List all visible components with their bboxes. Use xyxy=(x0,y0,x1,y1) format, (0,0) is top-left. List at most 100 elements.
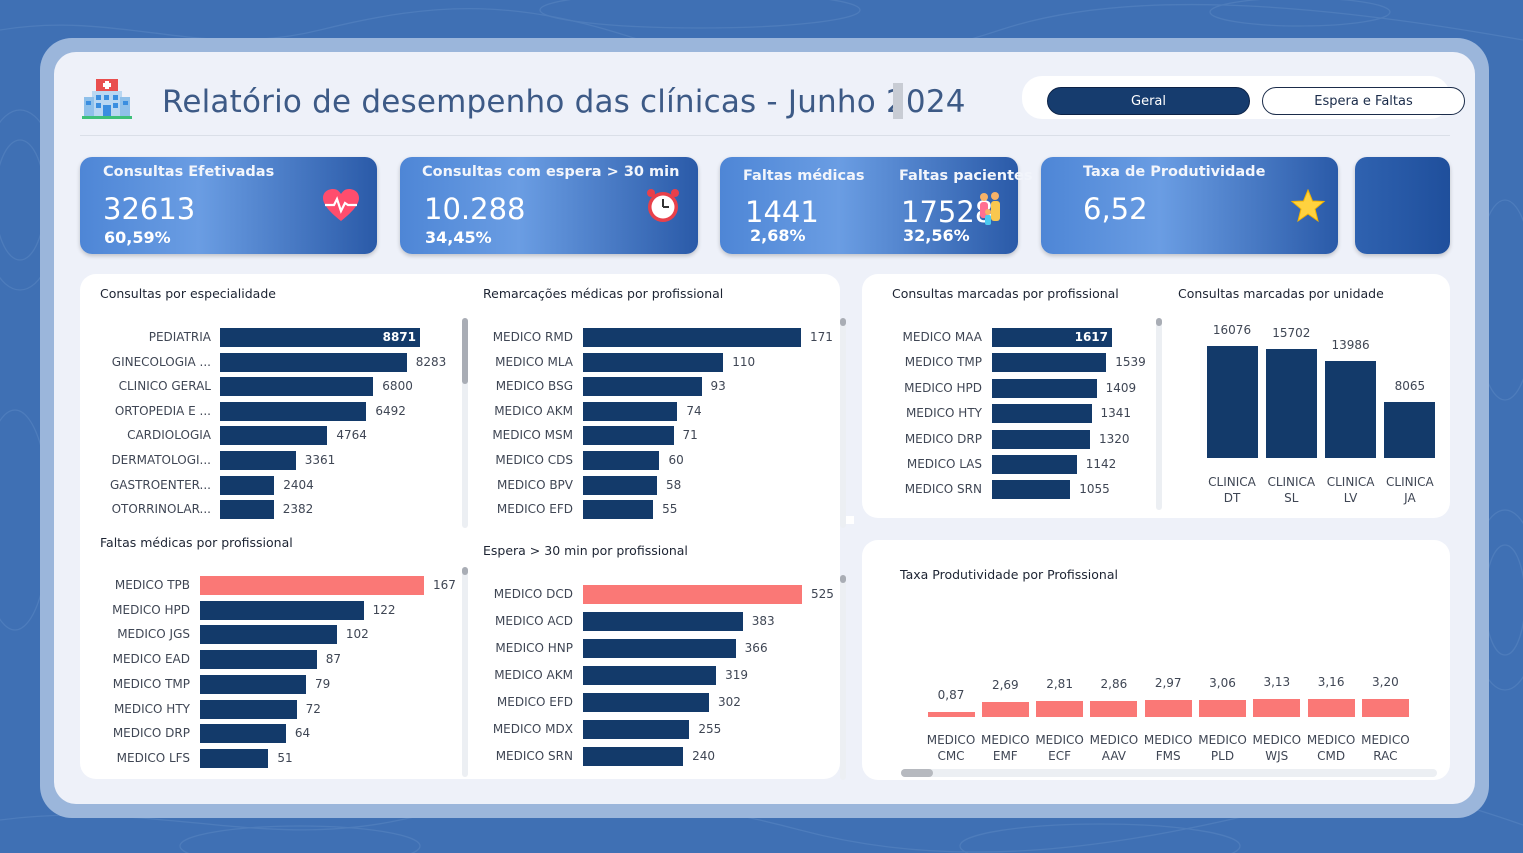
bar[interactable] xyxy=(220,352,407,372)
bar[interactable] xyxy=(200,650,317,670)
bar[interactable] xyxy=(583,328,801,347)
bar[interactable] xyxy=(220,451,296,470)
chart-title-remarcacoes: Remarcações médicas por profissional xyxy=(483,286,724,301)
bar-value: 102 xyxy=(345,627,369,642)
bar[interactable] xyxy=(583,401,678,421)
bar[interactable] xyxy=(992,480,1071,500)
bar[interactable] xyxy=(583,426,674,446)
bar-value: 13986 xyxy=(1331,337,1370,352)
category-label: MEDICO RAC xyxy=(1361,733,1410,763)
bar[interactable] xyxy=(200,625,337,645)
bar-label: MEDICO TMP xyxy=(112,676,190,691)
bar[interactable] xyxy=(583,377,702,397)
bar-label: MEDICO BPV xyxy=(496,477,573,492)
bar[interactable] xyxy=(992,353,1107,373)
bar[interactable] xyxy=(200,674,306,694)
bar[interactable] xyxy=(981,701,1029,717)
bar-value: 171 xyxy=(810,330,833,344)
hscrollbar-produtividade[interactable] xyxy=(901,769,1437,777)
bar-value: 383 xyxy=(751,614,775,628)
hospital-icon xyxy=(82,79,132,119)
bar[interactable] xyxy=(583,352,724,372)
scrollbar-thumb[interactable] xyxy=(462,567,468,575)
bar[interactable] xyxy=(1199,699,1246,717)
bar-label: MEDICO HPD xyxy=(904,380,982,395)
bar-label: MEDICO MDX xyxy=(492,722,573,736)
alarm-clock-icon xyxy=(647,189,679,222)
bar[interactable] xyxy=(583,720,690,739)
bar[interactable] xyxy=(220,500,274,520)
bar[interactable] xyxy=(1325,360,1377,458)
scrollbar-marcadas-profissional[interactable] xyxy=(1156,318,1162,510)
nav-geral-button[interactable]: Geral xyxy=(1047,87,1250,115)
bar-value: 4764 xyxy=(336,428,367,443)
bar[interactable] xyxy=(583,612,743,631)
bar[interactable] xyxy=(1036,701,1084,717)
bar[interactable] xyxy=(992,455,1077,474)
bar[interactable] xyxy=(583,666,717,685)
bar[interactable] xyxy=(200,699,297,719)
kpi-value-faltas-medicas: 1441 xyxy=(745,195,819,229)
scrollbar-thumb[interactable] xyxy=(840,575,846,583)
bar[interactable] xyxy=(1144,700,1192,717)
bar[interactable] xyxy=(200,600,364,620)
bar[interactable] xyxy=(992,429,1090,449)
scrollbar-espera[interactable] xyxy=(840,575,846,780)
bar-label: MEDICO HPD xyxy=(112,602,190,617)
bar-label: MEDICO LFS xyxy=(116,750,190,765)
kpi-card-efetivadas: Consultas Efetivadas 32613 60,59% xyxy=(80,157,377,254)
bar[interactable] xyxy=(1253,699,1301,717)
title-cursor xyxy=(893,83,903,119)
nav-espera-faltas-button[interactable]: Espera e Faltas xyxy=(1262,87,1465,115)
bar[interactable] xyxy=(220,377,374,397)
hscrollbar-thumb[interactable] xyxy=(901,769,933,777)
scrollbar-thumb[interactable] xyxy=(840,318,846,326)
bar-value: 3361 xyxy=(304,453,336,467)
bar[interactable] xyxy=(583,639,736,658)
scrollbar-faltas-medicas[interactable] xyxy=(462,567,468,777)
bar-value: 240 xyxy=(692,749,716,763)
bar[interactable] xyxy=(583,747,684,766)
bar[interactable] xyxy=(927,712,975,717)
bar[interactable] xyxy=(200,724,286,744)
bar[interactable] xyxy=(1206,346,1258,458)
scrollbar-especialidade[interactable] xyxy=(462,318,468,528)
bar-value: 55 xyxy=(662,502,678,517)
chart-title-especialidade: Consultas por especialidade xyxy=(100,286,276,301)
scrollbar-remarcacoes[interactable] xyxy=(840,318,846,528)
bar-label: MEDICO SRN xyxy=(495,749,573,763)
bar[interactable] xyxy=(1090,700,1138,717)
bar-value: 58 xyxy=(665,477,682,492)
bar[interactable] xyxy=(220,401,367,421)
bar-value: 8871 xyxy=(382,330,416,344)
bar[interactable] xyxy=(200,748,269,768)
bar[interactable] xyxy=(992,378,1097,398)
bar[interactable] xyxy=(583,451,660,470)
bar[interactable] xyxy=(200,576,424,595)
bar-value: 71 xyxy=(682,428,698,443)
bar-value: 2,69 xyxy=(991,677,1019,692)
bar-value: 6800 xyxy=(382,379,413,394)
bar[interactable] xyxy=(583,693,709,712)
bar-label: MEDICO EFD xyxy=(496,502,573,517)
bar[interactable] xyxy=(583,500,654,520)
bar[interactable] xyxy=(220,426,328,446)
scrollbar-thumb[interactable] xyxy=(462,318,468,384)
bar-value: 1539 xyxy=(1115,355,1146,370)
bar[interactable] xyxy=(1307,699,1355,717)
bar-value: 3,13 xyxy=(1263,675,1291,690)
bar-value: 2,81 xyxy=(1046,677,1073,692)
bar-label: CLINICO GERAL xyxy=(118,379,211,394)
bar[interactable] xyxy=(1361,699,1409,717)
scrollbar-thumb[interactable] xyxy=(1156,318,1162,326)
bar[interactable] xyxy=(1384,401,1436,458)
bar[interactable] xyxy=(583,585,802,604)
bar-value: 0,87 xyxy=(937,688,965,702)
bar-value: 1341 xyxy=(1100,406,1132,421)
bar[interactable] xyxy=(583,475,657,495)
bar[interactable] xyxy=(992,404,1092,424)
category-label: MEDICO ECF xyxy=(1035,733,1084,763)
kpi-label: Consultas com espera > 30 min xyxy=(422,164,680,180)
bar[interactable] xyxy=(220,475,275,495)
bar[interactable] xyxy=(1265,348,1317,458)
